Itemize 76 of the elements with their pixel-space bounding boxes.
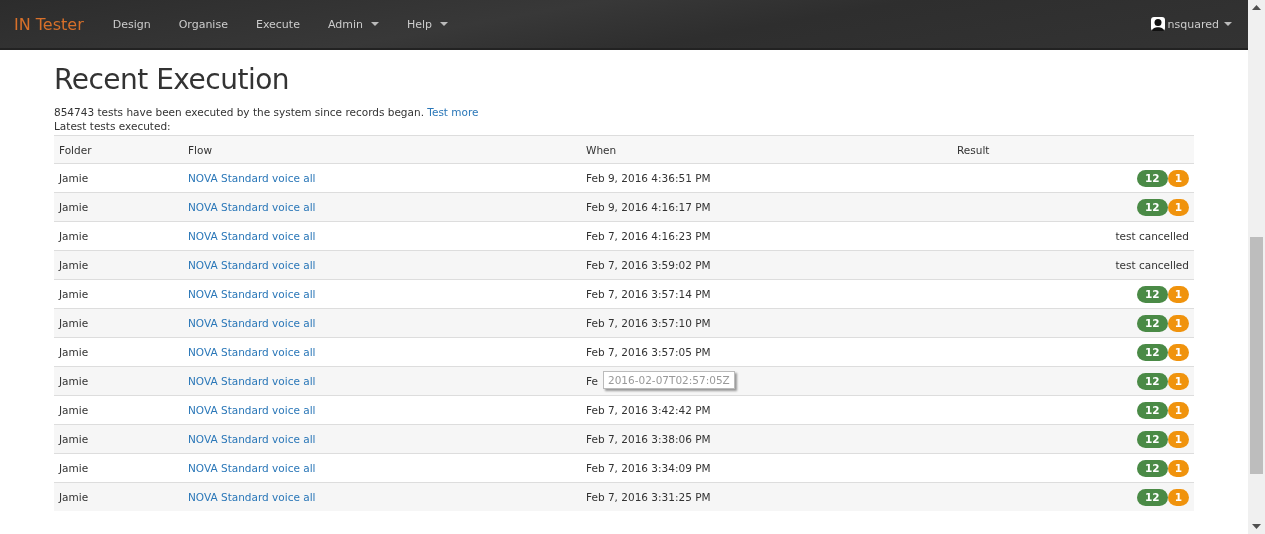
table-cell: Jamie bbox=[54, 250, 183, 280]
passed-count-badge: 12 bbox=[1137, 372, 1168, 390]
table-cell: Jamie bbox=[54, 308, 183, 338]
result-text: test cancelled bbox=[1115, 230, 1189, 242]
passed-count-badge: 12 bbox=[1137, 459, 1168, 477]
flow-link[interactable]: NOVA Standard voice all bbox=[188, 404, 316, 416]
flow-link[interactable]: NOVA Standard voice all bbox=[188, 491, 316, 503]
nav-link[interactable]: Help bbox=[393, 17, 463, 31]
table-cell: Feb 7, 2016 3:57:10 PM bbox=[586, 317, 711, 329]
scrollbar[interactable] bbox=[1248, 0, 1265, 534]
table-cell: Feb 7, 2016 3:59:02 PM bbox=[586, 259, 711, 271]
failed-count-badge: 1 bbox=[1167, 488, 1189, 506]
passed-count-badge: 12 bbox=[1137, 314, 1168, 332]
table-cell: Jamie bbox=[54, 366, 183, 396]
caret-icon bbox=[1224, 22, 1232, 26]
passed-count-badge: 12 bbox=[1137, 488, 1168, 506]
table-cell: Jamie bbox=[54, 482, 183, 511]
flow-link[interactable]: NOVA Standard voice all bbox=[188, 230, 316, 242]
nav-link[interactable]: Design bbox=[98, 17, 165, 31]
caret-icon bbox=[440, 22, 449, 26]
failed-count-badge: 1 bbox=[1167, 285, 1189, 303]
test-more-link[interactable]: Test more bbox=[427, 106, 479, 118]
flow-link[interactable]: NOVA Standard voice all bbox=[188, 462, 316, 474]
flow-link[interactable]: NOVA Standard voice all bbox=[188, 201, 316, 213]
scroll-up-icon[interactable] bbox=[1252, 5, 1261, 10]
flow-link[interactable]: NOVA Standard voice all bbox=[188, 317, 316, 329]
flow-link[interactable]: NOVA Standard voice all bbox=[188, 433, 316, 445]
page-title: Recent Execution bbox=[54, 63, 291, 96]
nav-link[interactable]: Execute bbox=[241, 17, 314, 31]
failed-count-badge: 1 bbox=[1167, 314, 1189, 332]
table-cell: Feb 7, 2016 3:34:09 PM bbox=[586, 462, 711, 474]
user-menu[interactable]: nsquared bbox=[1136, 17, 1248, 31]
column-header: When bbox=[581, 135, 952, 164]
passed-count-badge: 12 bbox=[1137, 285, 1168, 303]
scrollbar-thumb[interactable] bbox=[1250, 237, 1263, 474]
flow-link[interactable]: NOVA Standard voice all bbox=[188, 288, 316, 300]
failed-count-badge: 1 bbox=[1167, 343, 1189, 361]
summary-text: 854743 tests have been executed by the system since records began. Test more bbox=[54, 106, 480, 118]
table-cell: Feb 7, 2016 3:57:05 PM bbox=[586, 346, 711, 358]
flow-link[interactable]: NOVA Standard voice all bbox=[188, 346, 316, 358]
passed-count-badge: 12 bbox=[1137, 169, 1168, 187]
failed-count-badge: 1 bbox=[1167, 459, 1189, 477]
flow-link[interactable]: NOVA Standard voice all bbox=[188, 172, 316, 184]
table-cell: Feb 7, 2016 3:57:14 PM bbox=[586, 288, 711, 300]
failed-count-badge: 1 bbox=[1167, 430, 1189, 448]
passed-count-badge: 12 bbox=[1137, 198, 1168, 216]
failed-count-badge: 1 bbox=[1167, 169, 1189, 187]
column-header: Folder bbox=[54, 135, 183, 164]
failed-count-badge: 1 bbox=[1167, 401, 1189, 419]
failed-count-badge: 1 bbox=[1167, 372, 1189, 390]
flow-link[interactable]: NOVA Standard voice all bbox=[188, 259, 316, 271]
failed-count-badge: 1 bbox=[1167, 198, 1189, 216]
passed-count-badge: 12 bbox=[1137, 401, 1168, 419]
table-cell: Jamie bbox=[54, 192, 183, 222]
result-text: test cancelled bbox=[1115, 259, 1189, 271]
table-cell: Feb 7, 2016 3:42:42 PM bbox=[586, 404, 711, 416]
table-cell: Feb 7, 2016 3:38:06 PM bbox=[586, 433, 711, 445]
table-cell: Feb 9, 2016 4:36:51 PM bbox=[586, 172, 711, 184]
tooltip: 2016-02-07T02:57:05Z bbox=[603, 371, 735, 389]
scroll-down-icon[interactable] bbox=[1252, 524, 1261, 529]
brand-link[interactable]: IN Tester bbox=[0, 14, 99, 34]
column-header: Flow bbox=[183, 135, 581, 164]
table-cell: Jamie bbox=[54, 424, 183, 454]
subheading: Latest tests executed: bbox=[54, 120, 172, 132]
table-cell: Feb 9, 2016 4:16:17 PM bbox=[586, 201, 711, 213]
table-cell: Fe bbox=[586, 375, 598, 387]
column-header: Result bbox=[952, 135, 1194, 164]
table-cell: Feb 7, 2016 3:31:25 PM bbox=[586, 491, 711, 503]
user-icon bbox=[1150, 17, 1165, 31]
passed-count-badge: 12 bbox=[1137, 343, 1168, 361]
flow-link[interactable]: NOVA Standard voice all bbox=[188, 375, 316, 387]
nav-link[interactable]: Organise bbox=[164, 17, 242, 31]
passed-count-badge: 12 bbox=[1137, 430, 1168, 448]
nav-link[interactable]: Admin bbox=[313, 17, 393, 31]
caret-icon bbox=[371, 22, 379, 26]
table-cell: Feb 7, 2016 4:16:23 PM bbox=[586, 230, 711, 242]
